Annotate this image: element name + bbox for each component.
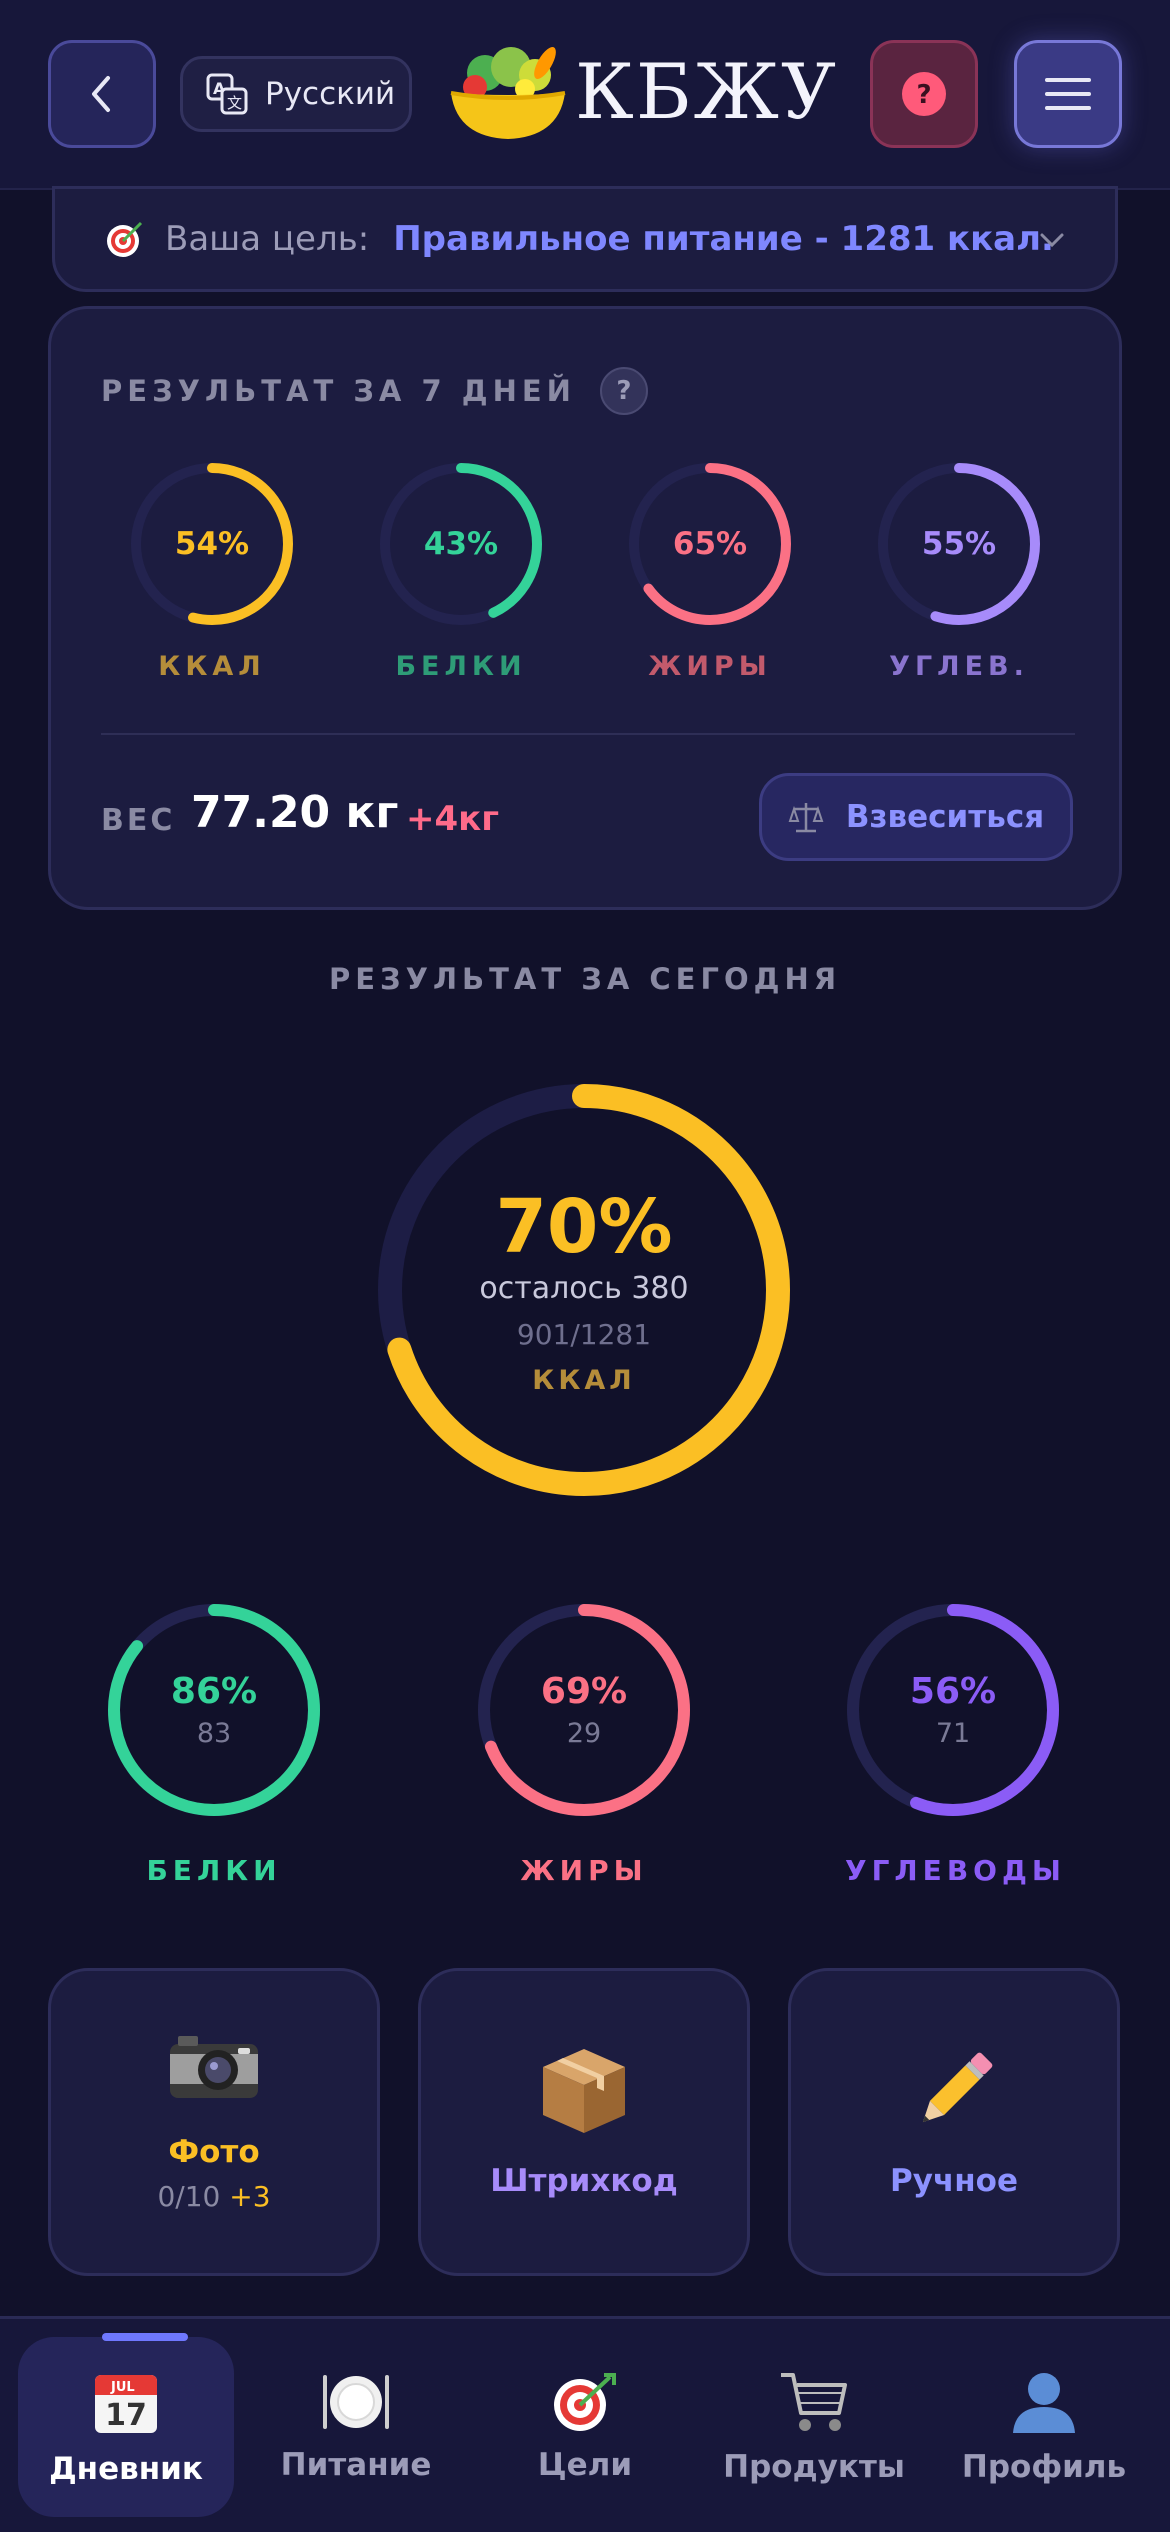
- weekly-title: РЕЗУЛЬТАТ ЗА 7 ДНЕЙ: [101, 374, 576, 408]
- weight-delta: +4кг: [406, 799, 499, 839]
- goal-value: Правильное питание - 1281 ккал.: [393, 219, 1054, 259]
- chevron-down-icon: [1040, 233, 1064, 248]
- weight-value: 77.20 кг: [191, 787, 399, 838]
- calories-percent: 70%: [495, 1183, 673, 1270]
- manual-entry-card[interactable]: Ручное: [788, 1968, 1120, 2276]
- calories-unit: ККАЛ: [532, 1364, 636, 1396]
- weekly-calories-ring-label: ККАЛ: [158, 651, 266, 682]
- scale-icon: [788, 803, 824, 833]
- tab-diary-label: Дневник: [49, 2451, 203, 2487]
- protein-ring-amount: 83: [196, 1718, 232, 1749]
- today-title: РЕЗУЛЬТАТ ЗА СЕГОДНЯ: [328, 962, 842, 996]
- calories-ring: 70% осталось 380 901/1281 ККАЛ: [376, 1082, 792, 1498]
- carbs-ring-label: УГЛЕВОДЫ: [845, 1854, 1066, 1887]
- help-button[interactable]: ?: [870, 40, 978, 148]
- app-header: A 文 Русский КБЖУ ?: [0, 0, 1170, 190]
- weigh-in-button[interactable]: Взвеситься: [759, 773, 1073, 861]
- photo-label: Фото: [168, 2133, 260, 2170]
- manual-label: Ручное: [890, 2163, 1018, 2199]
- plate-icon: [323, 2375, 389, 2429]
- weekly-protein-ring-label: БЕЛКИ: [395, 651, 527, 682]
- question-icon: ?: [902, 72, 946, 116]
- weekly-fat-ring: 65% ЖИРЫ: [627, 461, 793, 682]
- weekly-fat-ring-label: ЖИРЫ: [648, 651, 772, 682]
- tab-food-label: Питание: [280, 2447, 432, 2483]
- weekly-protein-ring: 43% БЕЛКИ: [378, 461, 544, 682]
- weekly-help-icon[interactable]: ?: [599, 367, 648, 415]
- menu-button[interactable]: [1014, 40, 1122, 148]
- weekly-calories-ring-percent: 54%: [174, 526, 250, 562]
- app-logo: КБЖУ: [445, 36, 838, 146]
- barcode-entry-card[interactable]: Штрихкод: [418, 1968, 750, 2276]
- carbs-ring: 56% 71 УГЛЕВОДЫ: [845, 1602, 1061, 1887]
- svg-text:17: 17: [105, 2398, 147, 2433]
- salad-bowl-icon: [450, 47, 566, 139]
- protein-ring-percent: 86%: [170, 1671, 258, 1712]
- photo-bonus: +3: [229, 2179, 271, 2213]
- tab-profile[interactable]: Профиль: [936, 2337, 1152, 2517]
- protein-ring-label: БЕЛКИ: [146, 1854, 282, 1887]
- svg-text:文: 文: [227, 94, 242, 112]
- tab-diary[interactable]: JUL 17 Дневник: [18, 2333, 234, 2517]
- fat-ring-amount: 29: [566, 1718, 602, 1749]
- camera-icon: [170, 2035, 258, 2098]
- weekly-carbs-ring: 55% УГЛЕВ.: [876, 461, 1042, 682]
- svg-text:?: ?: [916, 80, 931, 110]
- weekly-calories-ring: 54% ККАЛ: [129, 461, 295, 682]
- photo-entry-card[interactable]: Фото 0/10 +3: [48, 1968, 380, 2276]
- weekly-protein-ring-percent: 43%: [423, 526, 499, 562]
- language-label: Русский: [265, 76, 396, 112]
- carbs-ring-amount: 71: [935, 1718, 971, 1749]
- tab-products-label: Продукты: [723, 2449, 905, 2485]
- weekly-carbs-ring-label: УГЛЕВ.: [889, 651, 1029, 682]
- logo-text: КБЖУ: [575, 46, 838, 136]
- tab-profile-label: Профиль: [961, 2449, 1127, 2485]
- back-button[interactable]: [48, 40, 156, 148]
- tab-food[interactable]: Питание: [248, 2337, 464, 2517]
- pencil-icon: [922, 2052, 993, 2123]
- package-icon: [543, 2049, 625, 2133]
- calories-remaining: осталось 380: [479, 1270, 689, 1306]
- goal-selector[interactable]: Ваша цель: Правильное питание - 1281 кка…: [52, 186, 1118, 292]
- weight-label: ВЕС: [101, 803, 176, 838]
- carbs-ring-percent: 56%: [909, 1671, 997, 1712]
- fat-ring-percent: 69%: [540, 1671, 628, 1712]
- goal-label: Ваша цель:: [165, 219, 370, 259]
- hamburger-icon: [1045, 78, 1091, 110]
- protein-ring: 86% 83 БЕЛКИ: [106, 1602, 322, 1887]
- calendar-icon: JUL 17: [95, 2375, 157, 2433]
- tab-products[interactable]: Продукты: [706, 2337, 922, 2517]
- svg-text:JUL: JUL: [110, 2380, 135, 2395]
- active-tab-indicator: [102, 2333, 188, 2341]
- target-icon: [107, 221, 143, 257]
- tab-goals[interactable]: Цели: [477, 2337, 693, 2517]
- target-icon: [554, 2373, 616, 2431]
- bottom-tab-bar: JUL 17 Дневник Питание Цели Продукты Про…: [0, 2316, 1170, 2532]
- weekly-fat-ring-percent: 65%: [672, 526, 748, 562]
- barcode-label: Штрихкод: [490, 2163, 678, 2199]
- photo-count: 0/10: [157, 2179, 221, 2213]
- weigh-in-label: Взвеситься: [845, 799, 1045, 835]
- user-icon: [1013, 2373, 1075, 2433]
- tab-goals-label: Цели: [537, 2447, 633, 2483]
- chevron-left-icon: [92, 76, 110, 112]
- weekly-summary-card: РЕЗУЛЬТАТ ЗА 7 ДНЕЙ ? 54% ККАЛ 43% БЕЛКИ 65%…: [48, 306, 1122, 910]
- calories-progress: 901/1281: [516, 1317, 652, 1351]
- divider: [101, 733, 1075, 735]
- fat-ring: 69% 29 ЖИРЫ: [476, 1602, 692, 1887]
- language-selector[interactable]: A 文 Русский: [180, 56, 412, 132]
- shopping-cart-icon: [781, 2373, 847, 2431]
- weekly-carbs-ring-percent: 55%: [921, 526, 997, 562]
- fat-ring-label: ЖИРЫ: [520, 1854, 648, 1887]
- translate-icon: A 文: [206, 73, 248, 115]
